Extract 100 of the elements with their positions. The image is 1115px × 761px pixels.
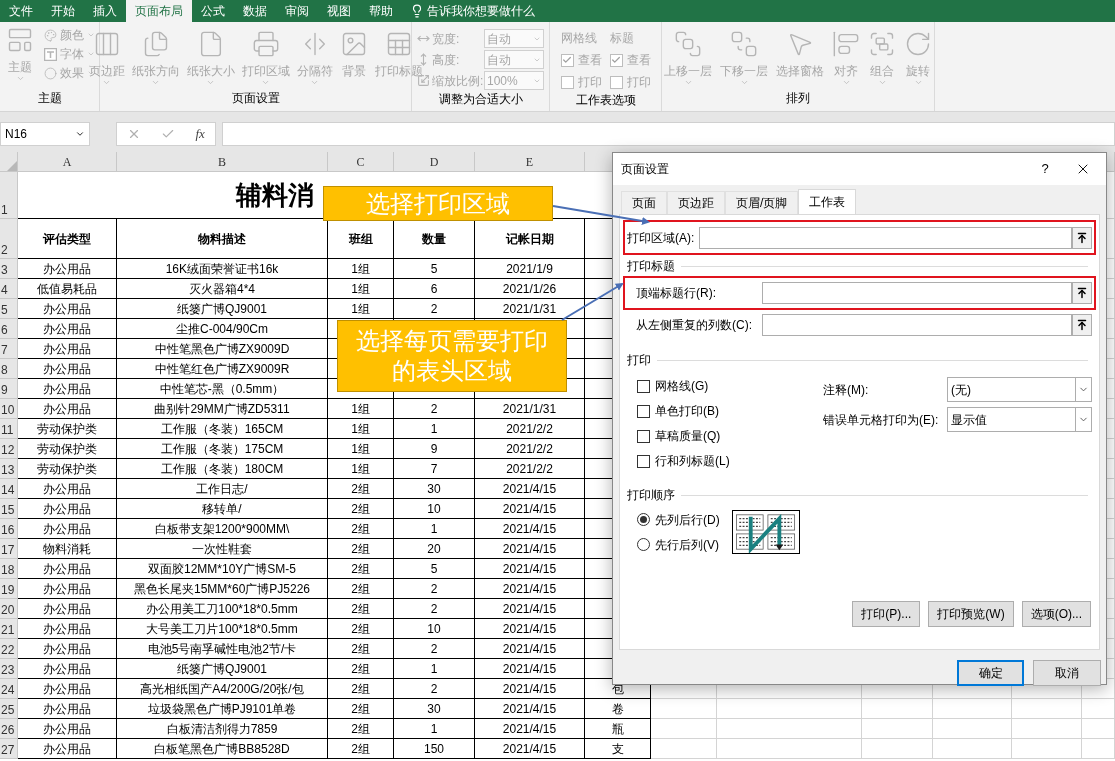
range-field[interactable]: [762, 282, 1072, 304]
ribbon-tab[interactable]: 审阅: [276, 0, 318, 22]
row-number: 25: [1, 702, 15, 718]
table-cell-text: 2021/1/9: [506, 260, 553, 278]
table-cell-text: 2组: [351, 600, 370, 618]
scale-label: 高度:: [432, 51, 461, 69]
table-cell-text: 办公用品: [43, 720, 91, 738]
header-cell-text: 班组: [348, 230, 373, 248]
section-title: 打印标题: [627, 258, 675, 275]
arrow-up-icon: [1076, 319, 1088, 331]
ribbon-tab[interactable]: 插入: [84, 0, 126, 22]
dialog-tab[interactable]: 工作表: [798, 189, 857, 214]
checkbox[interactable]: [637, 454, 650, 468]
ribbon-tab[interactable]: 开始: [42, 0, 84, 22]
row-number: 20: [1, 602, 15, 618]
collapse-button[interactable]: [1072, 226, 1092, 249]
table-cell-text: 电池5号南孚碱性电池2节/卡: [147, 640, 297, 658]
column-header[interactable]: C: [328, 152, 394, 172]
ribbon-tab[interactable]: 数据: [234, 0, 276, 22]
column-header[interactable]: D: [394, 152, 475, 172]
table-cell-text: 2组: [351, 640, 370, 658]
table-cell-text: 1组: [351, 260, 370, 278]
check-icon[interactable]: [161, 127, 176, 141]
table-cell-text: 2组: [351, 580, 370, 598]
range-field[interactable]: [762, 314, 1072, 336]
checkbox[interactable]: [637, 404, 650, 418]
dropdown[interactable]: (无): [947, 377, 1092, 402]
table-cell-text: 2组: [351, 740, 370, 758]
help-button[interactable]: ?: [1030, 159, 1060, 179]
grid-cell: [651, 739, 717, 759]
dialog-title: 页面设置: [621, 161, 670, 178]
row-number: 9: [1, 382, 8, 398]
table-cell-text: 2021/4/15: [502, 580, 557, 598]
ribbon-tab[interactable]: 文件: [0, 0, 42, 22]
row-number: 3: [1, 262, 8, 278]
dialog-button[interactable]: 打印(P)...: [852, 601, 921, 627]
checkbox[interactable]: [637, 429, 650, 443]
ribbon-tab[interactable]: 帮助: [360, 0, 402, 22]
table-cell-text: 办公用品: [43, 660, 91, 678]
table-cell-text: 2021/4/15: [502, 640, 557, 658]
bring-to-front-icon: [674, 30, 702, 58]
table-cell-text: 办公用品: [43, 340, 91, 358]
table-cell-text: 1: [430, 720, 438, 738]
column-header[interactable]: B: [117, 152, 328, 172]
column-header[interactable]: A: [18, 152, 117, 172]
table-cell-text: 办公用品: [43, 260, 91, 278]
checkbox[interactable]: [637, 379, 650, 393]
table-cell-text: 2组: [351, 500, 370, 518]
table-cell-text: 双面胶12MM*10Y广博SM-5: [148, 560, 296, 578]
table-cell-text: 5: [430, 260, 438, 278]
table-cell-text: 办公用品: [43, 480, 91, 498]
row-number: 18: [1, 562, 15, 578]
field-label: 错误单元格打印为(E):: [823, 411, 940, 429]
table-cell-text: 办公用品: [43, 640, 91, 658]
formula-input[interactable]: [222, 122, 1115, 146]
ribbon-tab[interactable]: 公式: [192, 0, 234, 22]
name-box[interactable]: N16: [0, 122, 90, 146]
theme-icon: [6, 26, 34, 54]
header-cell-text: 数量: [422, 230, 446, 248]
ribbon-tab[interactable]: 视图: [318, 0, 360, 22]
field-label: 从左侧重复的列数(C):: [635, 317, 753, 334]
table-cell-text: 办公用美工刀100*18*0.5mm: [146, 600, 298, 618]
collapse-button[interactable]: [1072, 282, 1092, 304]
ribbon-tab[interactable]: 页面布局: [126, 0, 192, 22]
checkbox-label: 打印: [626, 74, 651, 91]
dialog-tab[interactable]: 页面: [621, 191, 667, 214]
table-cell-text: 2021/4/15: [502, 480, 557, 498]
callout: 选择打印区域: [323, 186, 553, 221]
dialog-tab[interactable]: 页边距: [667, 191, 725, 214]
radio-button[interactable]: [637, 538, 650, 551]
radio-button[interactable]: [637, 513, 650, 526]
dropdown[interactable]: 显示值: [947, 407, 1092, 432]
table-cell-text: 2组: [351, 540, 370, 558]
table-cell-text: 一次性鞋套: [192, 540, 252, 558]
dialog-button[interactable]: 选项(O)...: [1021, 601, 1091, 627]
table-cell-text: 2021/4/15: [502, 720, 557, 738]
group-label: 调整为合适大小: [438, 91, 523, 108]
section-title: 打印顺序: [627, 487, 675, 504]
table-cell-text: 白板带支架1200*900MM\: [154, 520, 290, 538]
table-cell-text: 办公用品: [43, 680, 91, 698]
option-title: 网格线: [560, 30, 598, 47]
dialog-tab[interactable]: 页眉/页脚: [725, 191, 799, 214]
cancel-button[interactable]: 取消: [1033, 660, 1101, 686]
lightbulb-icon: [410, 4, 424, 18]
ok-button[interactable]: 确定: [957, 660, 1024, 686]
table-cell-text: 2组: [351, 480, 370, 498]
function-button[interactable]: fx: [195, 124, 205, 144]
table-cell-text: 2021/4/15: [502, 740, 557, 758]
column-header[interactable]: E: [475, 152, 585, 172]
collapse-button[interactable]: [1072, 314, 1092, 336]
sheet-title: 辅料消: [235, 178, 314, 212]
arrow-up-icon: [1076, 287, 1088, 299]
table-cell-text: 2: [430, 300, 438, 318]
table-cell-text: 中性笔黑色广博ZX9009D: [154, 340, 290, 358]
range-field[interactable]: [699, 226, 1072, 249]
table-cell-text: 2021/2/2: [506, 440, 553, 458]
tell-me-box[interactable]: 告诉我你想要做什么: [427, 2, 535, 20]
row-number: 15: [1, 502, 15, 518]
dialog-button[interactable]: 打印预览(W): [928, 601, 1014, 627]
arrow-up-icon: [1076, 231, 1088, 244]
